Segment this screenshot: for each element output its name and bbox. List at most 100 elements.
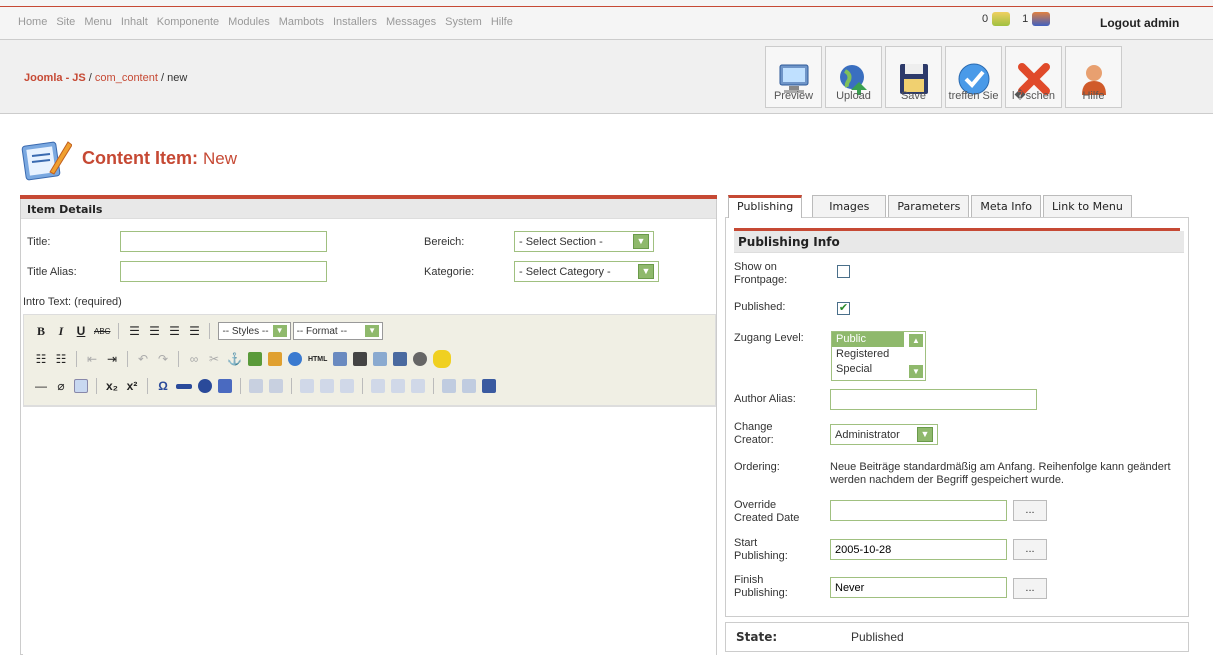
help-button[interactable]: Hilfe [1065,46,1122,108]
align-center-button[interactable]: ☰ [147,324,161,338]
bold-button[interactable]: B [34,324,48,339]
chevron-up-icon[interactable]: ▲ [909,334,923,347]
tab-images[interactable]: Images [812,195,887,217]
users-icon[interactable] [1032,12,1051,26]
preview-icon[interactable] [333,352,348,366]
frontpage-checkbox[interactable] [837,265,850,278]
insert-row-icon[interactable] [300,379,314,393]
scroll-track [909,347,923,365]
menu-site[interactable]: Site [56,16,75,28]
replace-icon[interactable] [373,352,388,366]
menu-messages[interactable]: Messages [386,16,436,28]
edit-icon[interactable] [218,379,232,393]
logout-link[interactable]: Logout admin [1100,16,1179,30]
menu-home[interactable]: Home [18,16,47,28]
horizontal-rule-button[interactable]: — [34,379,48,393]
breadcrumb-component[interactable]: com_content [95,72,158,84]
split-cells-icon[interactable] [442,379,456,393]
subscript-button[interactable]: x₂ [105,379,119,393]
access-option-special[interactable]: Special [832,362,904,377]
access-level-scrollbar[interactable]: ▲ ▼ [909,334,923,378]
link-button[interactable]: ∞ [187,352,201,366]
remove-format-button[interactable]: ⌀ [54,379,68,393]
menu-modules[interactable]: Modules [228,16,270,28]
menu-mambots[interactable]: Mambots [279,16,324,28]
editor-content-area[interactable] [23,406,716,656]
date-icon[interactable] [393,352,408,366]
author-alias-input[interactable] [830,389,1037,410]
outdent-button[interactable]: ⇤ [85,352,99,366]
menu-hilfe[interactable]: Hilfe [491,16,513,28]
override-date-picker-button[interactable]: ... [1013,500,1047,521]
flash-icon[interactable] [198,379,212,393]
tab-parameters[interactable]: Parameters [888,195,970,217]
search-icon[interactable] [353,352,368,366]
title-input[interactable] [120,231,327,252]
table-row-props-icon[interactable] [249,379,263,393]
underline-button[interactable]: U [74,324,88,338]
html-button[interactable]: HTML [308,356,327,363]
emoticon-icon[interactable] [433,350,452,368]
messages-icon[interactable] [992,12,1011,26]
undo-button[interactable]: ↶ [136,352,150,366]
breadcrumb-site[interactable]: Joomla - JS [24,72,86,84]
published-checkbox[interactable]: ✔ [837,302,850,315]
save-button[interactable]: Save [885,46,942,108]
title-alias-input[interactable] [120,261,327,282]
menu-komponente[interactable]: Komponente [157,16,219,28]
section-select[interactable]: - Select Section - ▼ [514,231,654,252]
upload-button[interactable]: Upload [825,46,882,108]
menu-menu[interactable]: Menu [84,16,112,28]
delete-col-icon[interactable] [411,379,425,393]
fullscreen-icon[interactable] [482,379,496,393]
tab-publishing[interactable]: Publishing [728,195,803,218]
align-justify-button[interactable]: ☰ [187,324,201,338]
category-select[interactable]: - Select Category - ▼ [514,261,659,282]
align-left-button[interactable]: ☰ [127,324,141,338]
unlink-button[interactable]: ✂ [207,352,221,366]
image-icon[interactable] [247,352,262,366]
creator-select[interactable]: Administrator ▼ [830,424,938,445]
table-icon[interactable] [74,379,88,393]
menu-inhalt[interactable]: Inhalt [121,16,148,28]
access-option-registered[interactable]: Registered [832,347,904,362]
cleanup-icon[interactable] [267,352,282,366]
format-select[interactable]: -- Format -- ▼ [292,322,384,340]
finish-publishing-input[interactable] [830,577,1007,598]
time-icon[interactable] [413,352,428,366]
start-date-picker-button[interactable]: ... [1013,539,1047,560]
styles-select[interactable]: -- Styles -- ▼ [218,322,291,340]
tab-meta-info[interactable]: Meta Info [971,195,1042,217]
chevron-down-icon[interactable]: ▼ [909,365,923,378]
apply-button[interactable]: treffen Sie [945,46,1002,108]
anchor-button[interactable]: ⚓ [227,352,242,366]
align-right-button[interactable]: ☰ [167,324,181,338]
numbered-list-button[interactable]: ☷ [54,352,68,366]
bullet-list-button[interactable]: ☷ [34,352,48,366]
access-option-public[interactable]: Public [832,332,904,347]
finish-date-picker-button[interactable]: ... [1013,578,1047,599]
menu-system[interactable]: System [445,16,482,28]
superscript-button[interactable]: x² [125,379,139,393]
tab-link-to-menu[interactable]: Link to Menu [1043,195,1132,217]
start-publishing-input[interactable] [830,539,1007,560]
access-level-list[interactable]: Public Registered Special ▲ ▼ [831,331,926,381]
italic-button[interactable]: I [54,324,68,339]
insert-col-after-icon[interactable] [391,379,405,393]
indent-button[interactable]: ⇥ [105,352,119,366]
insert-row-after-icon[interactable] [320,379,334,393]
insert-col-icon[interactable] [371,379,385,393]
help-icon[interactable] [287,352,302,366]
redo-button[interactable]: ↷ [156,352,170,366]
delete-row-icon[interactable] [340,379,354,393]
preview-button[interactable]: Preview [765,46,822,108]
table-cell-props-icon[interactable] [269,379,283,393]
special-char-button[interactable]: Ω [156,379,170,393]
delete-button[interactable]: l�schen [1005,46,1062,108]
strikethrough-button[interactable]: ABC [94,327,110,336]
menu-installers[interactable]: Installers [333,16,377,28]
merge-cells-icon[interactable] [462,379,476,393]
override-date-input[interactable] [830,500,1007,521]
hr-icon[interactable] [176,383,192,389]
category-select-value: - Select Category - [519,265,611,278]
